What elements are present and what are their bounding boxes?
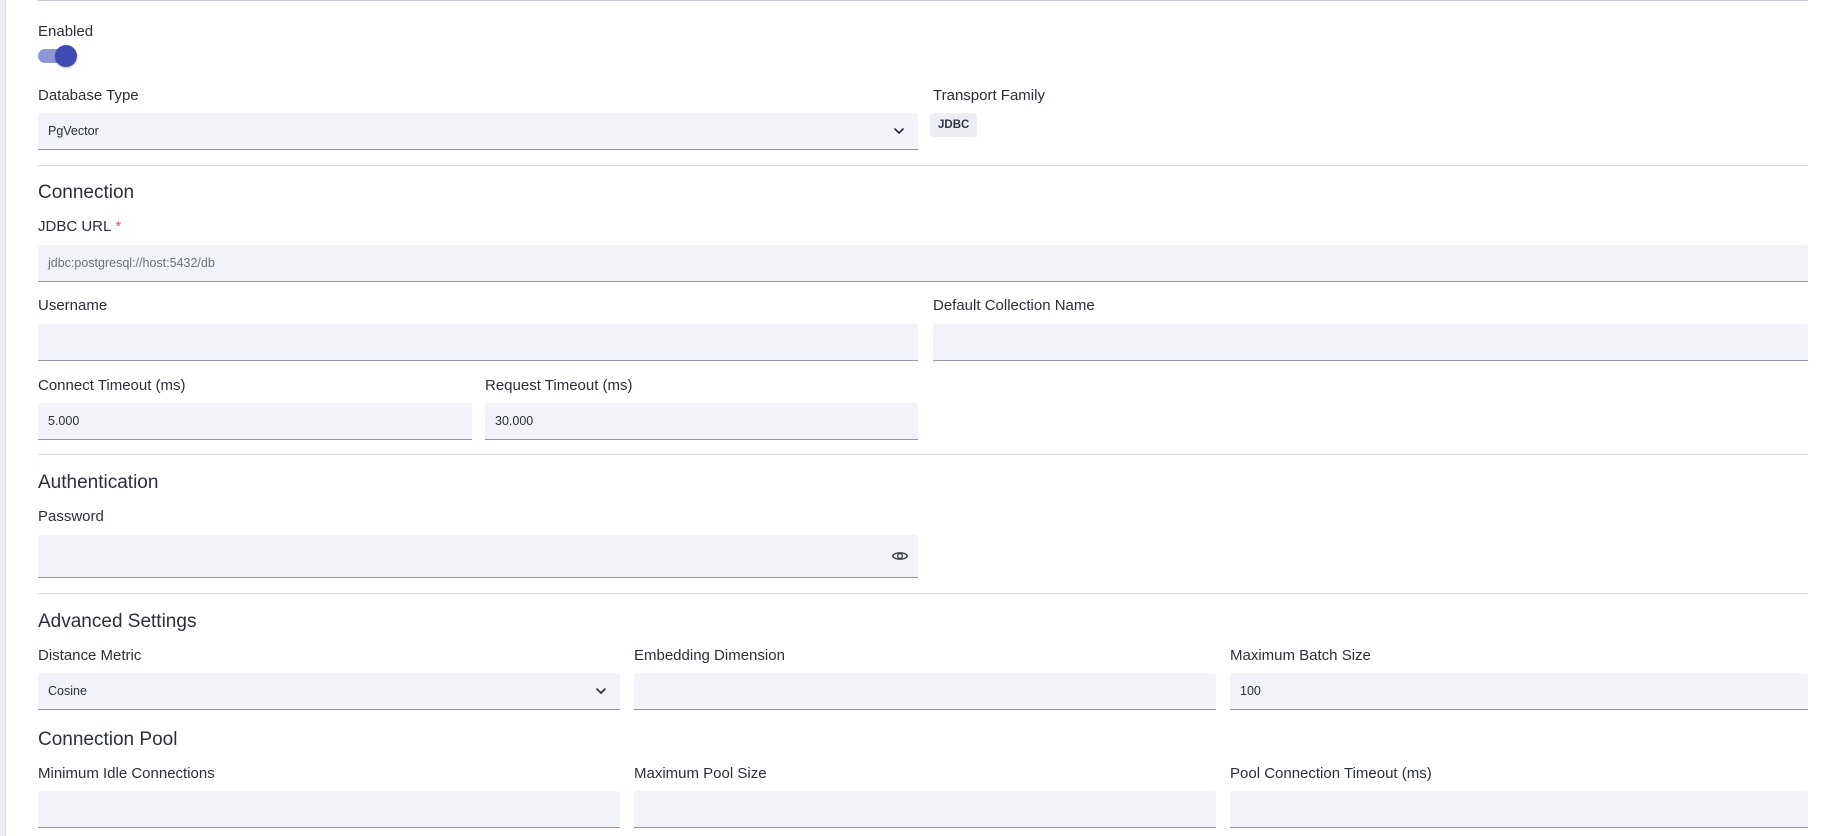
transport-family-badge: JDBC (930, 113, 978, 137)
connection-pool-section-title: Connection Pool (38, 729, 178, 750)
enabled-label: Enabled (38, 23, 94, 40)
distance-metric-value: Cosine (48, 684, 87, 698)
transport-family-label: Transport Family (933, 87, 1045, 104)
advanced-section-title: Advanced Settings (38, 611, 197, 632)
distance-metric-label: Distance Metric (38, 647, 142, 664)
database-type-label: Database Type (38, 87, 139, 104)
min-idle-connections-input[interactable] (38, 791, 620, 828)
request-timeout-input[interactable]: 30.000 (485, 403, 918, 440)
jdbc-url-input[interactable]: jdbc:postgresql://host:5432/db (38, 245, 1808, 282)
max-batch-size-label: Maximum Batch Size (1230, 647, 1371, 664)
embedding-dimension-label: Embedding Dimension (634, 647, 785, 664)
request-timeout-value: 30.000 (495, 414, 534, 428)
max-pool-size-label: Maximum Pool Size (634, 765, 767, 782)
request-timeout-label: Request Timeout (ms) (485, 377, 633, 394)
max-batch-size-input[interactable]: 100 (1230, 673, 1808, 710)
database-type-value: PgVector (48, 124, 99, 138)
password-label: Password (38, 508, 104, 525)
eye-icon[interactable] (891, 547, 909, 565)
section-divider (38, 454, 1808, 455)
username-input[interactable] (38, 324, 918, 361)
top-divider (38, 0, 1808, 1)
jdbc-url-label-text: JDBC URL (38, 218, 112, 235)
connect-timeout-input[interactable]: 5.000 (38, 403, 472, 440)
connect-timeout-value: 5.000 (48, 414, 80, 428)
default-collection-label: Default Collection Name (933, 297, 1095, 314)
left-rail (0, 0, 6, 836)
distance-metric-select[interactable]: Cosine (38, 673, 620, 710)
section-divider (38, 165, 1808, 166)
section-divider (38, 593, 1808, 594)
database-type-select[interactable]: PgVector (38, 113, 918, 150)
username-label: Username (38, 297, 108, 314)
pool-connection-timeout-label: Pool Connection Timeout (ms) (1230, 765, 1432, 782)
required-indicator: * (115, 218, 122, 235)
min-idle-connections-label: Minimum Idle Connections (38, 765, 215, 782)
toggle-knob[interactable] (55, 45, 77, 67)
pool-connection-timeout-input[interactable] (1230, 791, 1808, 828)
max-batch-size-value: 100 (1240, 684, 1261, 698)
connect-timeout-label: Connect Timeout (ms) (38, 377, 186, 394)
chevron-down-icon[interactable] (594, 684, 608, 698)
embedding-dimension-input[interactable] (634, 673, 1216, 710)
chevron-down-icon[interactable] (892, 124, 906, 138)
default-collection-input[interactable] (933, 324, 1808, 361)
authentication-section-title: Authentication (38, 472, 159, 493)
password-input[interactable] (38, 535, 918, 578)
jdbc-url-label: JDBC URL * (38, 218, 121, 235)
max-pool-size-input[interactable] (634, 791, 1216, 828)
connection-section-title: Connection (38, 182, 135, 203)
jdbc-url-placeholder: jdbc:postgresql://host:5432/db (48, 256, 215, 270)
